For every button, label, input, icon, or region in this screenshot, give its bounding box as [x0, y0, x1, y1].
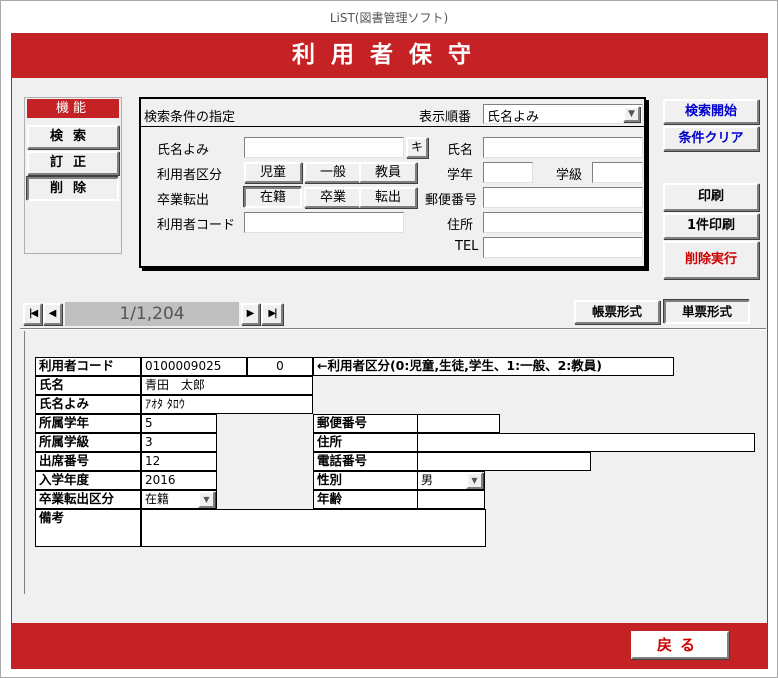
search-conditions-title: 検索条件の指定 — [144, 110, 236, 125]
chevron-down-icon[interactable]: ▼ — [466, 472, 483, 489]
record-user-type[interactable]: 0 — [247, 357, 313, 376]
first-record-button[interactable]: |◀ — [23, 303, 42, 325]
postal-label: 郵便番号 — [425, 193, 478, 208]
record-furigana[interactable]: ｱｵﾀ ﾀﾛｳ — [141, 395, 313, 414]
tab-single-format[interactable]: 単票形式 — [664, 300, 750, 324]
print-one-button[interactable]: 1件印刷 — [663, 213, 759, 239]
class-label: 学級 — [556, 168, 583, 183]
record-postal[interactable] — [417, 414, 500, 433]
record-grad: 在籍 — [145, 492, 170, 506]
record-counter: 1/1,204 — [65, 302, 239, 326]
user-type-teacher-button[interactable]: 教員 — [359, 162, 417, 183]
record-gender: 男 — [421, 473, 434, 487]
record-address[interactable] — [417, 433, 755, 452]
search-conditions-box: 検索条件の指定 表示順番 氏名よみ ▼ 氏名よみ キ 利用者区分 児童 一般 教… — [139, 97, 646, 268]
record-user-code-label: 利用者コード — [35, 357, 141, 376]
sort-order-select[interactable]: 氏名よみ ▼ — [483, 104, 643, 125]
postal-input[interactable] — [483, 187, 643, 208]
sort-order-value: 氏名よみ — [487, 110, 540, 125]
name-input[interactable] — [483, 137, 643, 158]
next-record-button[interactable]: ▶ — [241, 303, 260, 325]
record-age[interactable] — [417, 490, 485, 509]
record-gender-label: 性別 — [313, 471, 419, 490]
record-user-type-hint: ←利用者区分(0:児童,生徒,学生、1:一般、2:教員) — [313, 357, 674, 376]
title-divider — [141, 126, 644, 127]
record-remarks-label: 備考 — [35, 509, 141, 547]
sort-order-label: 表示順番 — [419, 110, 472, 125]
record-gender-select[interactable]: 男 ▼ — [417, 471, 485, 490]
search-start-button[interactable]: 検索開始 — [663, 99, 759, 124]
clear-conditions-button[interactable]: 条件クリア — [663, 126, 759, 151]
record-year-label: 入学年度 — [35, 471, 141, 490]
record-grade[interactable]: 5 — [141, 414, 217, 433]
record-phone-label: 電話番号 — [313, 452, 419, 471]
tel-label: TEL — [455, 239, 479, 254]
chevron-down-icon[interactable]: ▼ — [198, 491, 215, 508]
record-name-label: 氏名 — [35, 376, 141, 395]
window-title: LiST(図書管理ソフト) — [1, 1, 777, 33]
edit-mode-button[interactable]: 訂正 — [27, 151, 119, 175]
record-area-border — [24, 331, 28, 594]
kana-button[interactable]: キ — [406, 137, 428, 158]
user-type-label: 利用者区分 — [157, 168, 223, 183]
name-label: 氏名 — [447, 143, 474, 158]
record-grade-label: 所属学年 — [35, 414, 141, 433]
user-code-input[interactable] — [244, 212, 404, 233]
furigana-input[interactable] — [244, 137, 404, 158]
app-window: LiST(図書管理ソフト) 利用者保守 機能 検索 訂正 削除 検索条件の指定 … — [0, 0, 778, 678]
record-year[interactable]: 2016 — [141, 471, 217, 490]
record-age-label: 年齢 — [313, 490, 419, 509]
record-user-code[interactable]: 0100009025 — [141, 357, 247, 376]
page-title: 利用者保守 — [11, 33, 768, 78]
record-grad-label: 卒業転出区分 — [35, 490, 141, 509]
search-mode-button[interactable]: 検索 — [27, 125, 119, 149]
graduation-moved-button[interactable]: 転出 — [359, 187, 417, 208]
function-panel-heading: 機能 — [27, 99, 119, 118]
address-label: 住所 — [447, 218, 474, 233]
grade-label: 学年 — [447, 168, 474, 183]
function-panel: 機能 検索 訂正 削除 — [24, 97, 122, 254]
record-furigana-label: 氏名よみ — [35, 395, 141, 414]
grade-input[interactable] — [483, 162, 533, 183]
record-name[interactable]: 青田 太郎 — [141, 376, 313, 395]
record-seat-label: 出席番号 — [35, 452, 141, 471]
record-address-label: 住所 — [313, 433, 419, 452]
main-body: 機能 検索 訂正 削除 検索条件の指定 表示順番 氏名よみ ▼ 氏名よみ キ 利… — [11, 78, 768, 623]
record-grad-select[interactable]: 在籍 ▼ — [141, 490, 217, 509]
delete-execute-button[interactable]: 削除実行 — [663, 241, 759, 279]
section-divider — [20, 328, 766, 330]
footer-bar: 戻る — [11, 623, 768, 669]
user-type-child-button[interactable]: 児童 — [244, 162, 302, 183]
tel-input[interactable] — [483, 237, 643, 258]
record-remarks[interactable] — [141, 509, 486, 547]
user-type-general-button[interactable]: 一般 — [304, 162, 362, 183]
record-phone[interactable] — [417, 452, 591, 471]
record-class[interactable]: 3 — [141, 433, 217, 452]
print-button[interactable]: 印刷 — [663, 183, 759, 211]
last-record-button[interactable]: ▶| — [261, 303, 283, 325]
record-postal-label: 郵便番号 — [313, 414, 419, 433]
user-code-label: 利用者コード — [157, 218, 236, 233]
tab-list-format[interactable]: 帳票形式 — [574, 300, 660, 324]
back-button[interactable]: 戻る — [631, 631, 729, 659]
class-input[interactable] — [592, 162, 643, 183]
prev-record-button[interactable]: ◀ — [43, 303, 62, 325]
address-input[interactable] — [483, 212, 643, 233]
furigana-label: 氏名よみ — [157, 143, 210, 158]
graduation-label: 卒業転出 — [157, 193, 210, 208]
chevron-down-icon[interactable]: ▼ — [623, 106, 640, 122]
record-class-label: 所属学級 — [35, 433, 141, 452]
graduation-enrolled-button[interactable]: 在籍 — [244, 187, 302, 208]
graduation-graduated-button[interactable]: 卒業 — [304, 187, 362, 208]
record-seat[interactable]: 12 — [141, 452, 217, 471]
delete-mode-button[interactable]: 削除 — [27, 177, 119, 201]
